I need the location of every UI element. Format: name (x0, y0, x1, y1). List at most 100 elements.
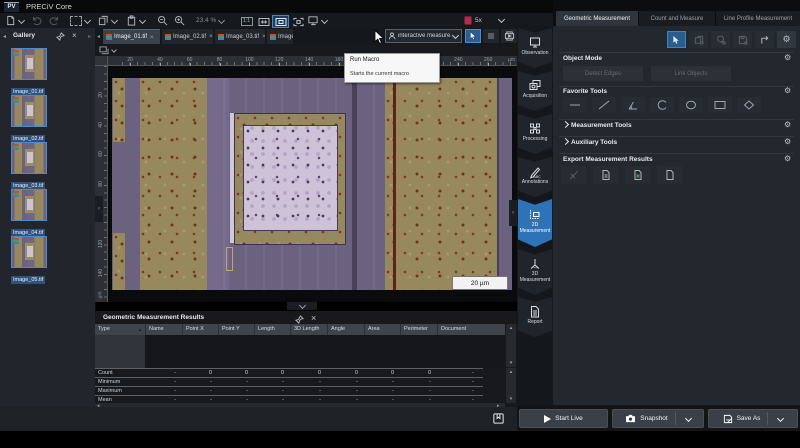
notification-book-icon[interactable] (492, 412, 505, 425)
nav-item-observation[interactable]: Observation (518, 28, 552, 68)
save-object-button[interactable] (733, 31, 752, 48)
collapse-right-handle[interactable]: › (509, 200, 517, 226)
pin-icon[interactable] (56, 32, 65, 41)
gallery-item[interactable]: Image_05.tif (11, 236, 81, 286)
thumbnail-image[interactable] (11, 189, 47, 221)
zoom-in-button[interactable] (174, 15, 185, 26)
column-header[interactable]: Point Y (218, 324, 254, 335)
column-header[interactable]: Perimeter (400, 324, 437, 335)
viewer-tab[interactable]: Image_02.tif× (162, 29, 213, 44)
link-objects-button[interactable]: Link Objects (651, 66, 731, 81)
collapse-left-handle[interactable]: ‹ (95, 196, 103, 222)
nav-item-processing[interactable]: Processing (518, 114, 552, 154)
viewer-tab[interactable]: Image_01.tif× (103, 29, 160, 44)
auxiliary-tools-gear-icon[interactable]: ⚙ (784, 138, 791, 146)
gallery-item[interactable]: Image_04.tif (11, 189, 81, 239)
gallery-close-icon[interactable]: × (72, 31, 77, 40)
new-document-button[interactable] (5, 15, 24, 26)
undo-button[interactable] (31, 15, 43, 26)
tab-close-icon[interactable]: × (150, 34, 154, 41)
save-as-button[interactable]: Save As (708, 409, 798, 428)
panel-tab[interactable]: Line Profile Measurement (716, 11, 800, 26)
save-as-dropdown-icon[interactable] (777, 414, 784, 421)
export-document-button[interactable] (593, 166, 618, 184)
fullscreen-button[interactable] (290, 15, 307, 28)
column-header[interactable]: Angle (327, 324, 364, 335)
tool-circle-button[interactable] (679, 97, 703, 113)
macro-select-dropdown[interactable]: interactive measure... (385, 29, 462, 43)
viewer-tab[interactable]: Image_03.tif× (215, 29, 265, 44)
nav-item-measurement-3d[interactable]: 3D Measurement (518, 249, 552, 295)
thumbnail-image[interactable] (11, 236, 47, 268)
measurement-tools-section[interactable]: Measurement Tools (563, 122, 632, 129)
thumbnail-image[interactable] (11, 95, 47, 127)
copy-object-button[interactable] (689, 31, 708, 48)
column-header[interactable]: 3D Length (290, 324, 327, 335)
object-mode-gear-icon[interactable]: ⚙ (784, 54, 791, 62)
column-header[interactable]: Name (145, 324, 182, 335)
measurement-settings-button[interactable]: ⚙ (777, 31, 796, 48)
expand-right-icon[interactable]: ▸ (88, 33, 91, 40)
gallery-item[interactable]: Image_02.tif (11, 95, 81, 145)
favorite-tools-gear-icon[interactable]: ⚙ (784, 87, 791, 95)
objective-select[interactable]: 5x (464, 14, 512, 26)
panel-tab[interactable]: Geometric Measurement (556, 11, 638, 26)
edit-object-button[interactable] (711, 31, 730, 48)
tool-polygon-button[interactable] (737, 97, 761, 113)
tool-angle-button[interactable] (621, 97, 645, 113)
column-header[interactable]: Area (364, 324, 400, 335)
image-canvas[interactable]: 20 µm (108, 66, 517, 302)
export-interactive-button[interactable] (561, 166, 586, 184)
snapshot-button[interactable]: Snapshot (612, 409, 704, 428)
results-close-icon[interactable]: × (311, 313, 316, 323)
stop-macro-button[interactable] (483, 29, 499, 43)
tool-line-button[interactable] (592, 97, 616, 113)
tool-rectangle-button[interactable] (708, 97, 732, 113)
nav-item-report[interactable]: Report (518, 297, 552, 337)
tab-scroll-left-icon[interactable]: ◂ (97, 33, 100, 40)
column-header[interactable]: Document (437, 324, 480, 335)
export-gear-icon[interactable]: ⚙ (784, 155, 791, 163)
annotation-layer-button[interactable] (99, 46, 116, 55)
tab-close-icon[interactable]: × (209, 33, 213, 40)
collapse-left-icon[interactable]: ◂ (3, 33, 6, 40)
gallery-item[interactable]: Image_03.tif (11, 142, 81, 192)
collapse-bottom-handle[interactable] (287, 302, 317, 310)
paste-button[interactable] (126, 15, 145, 26)
detect-edges-button[interactable]: Detect Edges (563, 66, 643, 81)
fit-to-screen-button[interactable] (272, 15, 289, 28)
column-header[interactable]: Point X (182, 324, 218, 335)
thumbnail-image[interactable] (11, 48, 47, 80)
nav-item-measurement-2d[interactable]: 2D Measurement (518, 199, 552, 247)
run-macro-button[interactable] (501, 29, 517, 43)
zoom-level-select[interactable]: 23.4 % (196, 15, 224, 26)
nav-item-acquisition[interactable]: Acquisition (518, 71, 552, 111)
fit-width-button[interactable] (255, 15, 272, 28)
zoom-1to1-button[interactable]: 1:1 (238, 15, 255, 28)
tab-close-icon[interactable]: × (262, 33, 265, 40)
redo-button[interactable] (48, 15, 60, 26)
measurement-tools-gear-icon[interactable]: ⚙ (784, 121, 791, 129)
select-objects-button[interactable] (667, 31, 686, 48)
thumbnail-image[interactable] (11, 142, 47, 174)
move-measurement-button[interactable] (755, 31, 774, 48)
zoom-out-button[interactable] (157, 15, 168, 26)
export-report-button[interactable] (657, 166, 682, 184)
display-layout-button[interactable] (307, 15, 327, 26)
selection-tool-button[interactable] (70, 15, 90, 26)
export-excel-button[interactable] (625, 166, 650, 184)
pin-icon[interactable] (295, 315, 304, 324)
viewer-tab[interactable]: Image_0... (267, 29, 293, 44)
column-header[interactable]: Length (254, 324, 290, 335)
snapshot-dropdown-icon[interactable] (685, 414, 692, 421)
gallery-item[interactable]: Image_01.tif (11, 48, 81, 98)
tool-arc-button[interactable] (650, 97, 674, 113)
auxiliary-tools-section[interactable]: Auxiliary Tools (563, 139, 617, 146)
vertical-scrollbar[interactable]: ▴▾ (506, 324, 516, 367)
vertical-scrollbar[interactable]: ▴▾ (506, 368, 516, 403)
start-live-button[interactable]: Start Live (519, 409, 608, 428)
tool-line-horizontal-button[interactable] (563, 97, 587, 113)
pointer-tool-button[interactable] (465, 29, 481, 43)
nav-item-annotations[interactable]: ABCAnnotations (518, 157, 552, 197)
column-header[interactable]: Type▲ (95, 324, 145, 335)
